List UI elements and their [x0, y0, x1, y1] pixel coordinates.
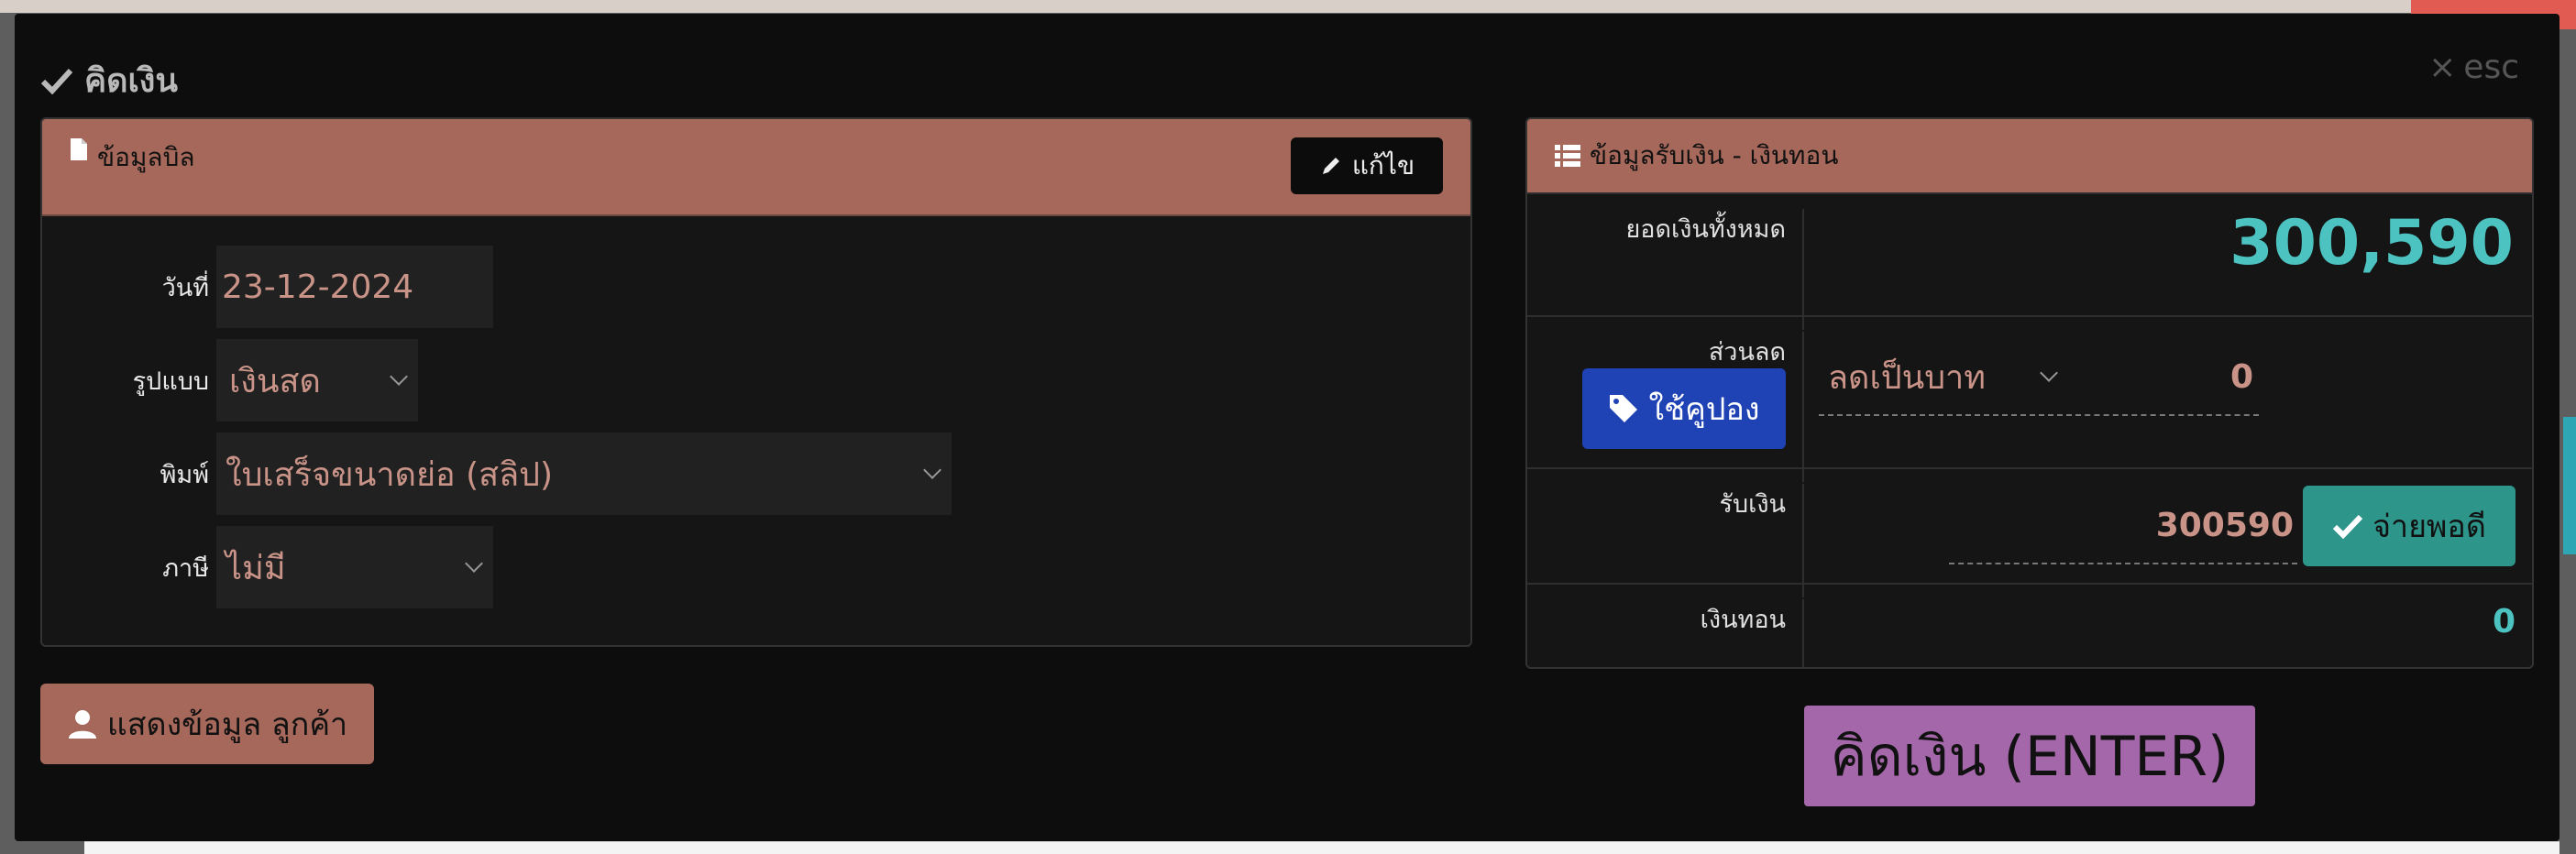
date-value: 23-12-2024 [222, 268, 414, 306]
chevron-down-icon [465, 554, 483, 573]
list-icon [1555, 145, 1580, 167]
format-label: รูปแบบ [132, 367, 209, 396]
received-amount-input[interactable]: 300590 [1949, 487, 2297, 564]
checkout-label: คิดเงิน (ENTER) [1830, 724, 2229, 789]
format-value: เงินสด [229, 362, 321, 400]
print-value: ใบเสร็จขนาดย่อ (สลิป) [226, 455, 554, 494]
print-label: พิมพ์ [160, 460, 209, 489]
format-select[interactable]: เงินสด [216, 339, 418, 422]
print-select[interactable]: ใบเสร็จขนาดย่อ (สลิป) [216, 432, 952, 515]
total-row: ยอดเงินทั้งหมด 300,590 [1527, 192, 2532, 330]
received-amount-value: 300590 [2155, 506, 2294, 544]
date-row: วันที่ 23-12-2024 [42, 246, 493, 328]
discount-type-value: ลดเป็นบาท [1828, 358, 1987, 397]
tax-label: ภาษี [162, 553, 209, 583]
discount-amount-value: 0 [2229, 357, 2253, 396]
discount-type-select[interactable]: ลดเป็นบาท [1819, 339, 2072, 416]
change-label: เงินทอน [1527, 599, 1804, 667]
format-row: รูปแบบ เงินสด [42, 339, 418, 422]
checkout-button[interactable]: คิดเงิน (ENTER) [1804, 706, 2255, 806]
bill-info-panel: ข้อมูลบิล แก้ไข วันที่ 23-12-2024 รูปแบบ… [40, 117, 1472, 647]
close-label: esc [2463, 49, 2519, 86]
close-icon: × [2428, 49, 2457, 86]
payment-panel-header: ข้อมูลรับเงิน - เงินทอน [1527, 119, 2532, 192]
received-label: รับเงิน [1527, 484, 1804, 597]
chevron-down-icon [923, 461, 941, 479]
payment-panel-title: ข้อมูลรับเงิน - เงินทอน [1590, 140, 1839, 170]
pencil-icon [1322, 158, 1339, 174]
total-label: ยอดเงินทั้งหมด [1527, 209, 1804, 330]
received-row: รับเงิน 300590 จ่ายพอดี [1527, 467, 2532, 597]
show-customer-label: แสดงข้อมูล ลูกค้า [106, 706, 348, 743]
close-button[interactable]: × esc [2428, 49, 2519, 86]
bill-panel-title: ข้อมูลบิล [97, 142, 195, 172]
modal-title-text: คิดเงิน [84, 62, 178, 100]
date-label: วันที่ [161, 273, 209, 302]
edit-button[interactable]: แก้ไข [1291, 137, 1443, 194]
user-icon [68, 710, 96, 739]
check-icon [2332, 514, 2363, 539]
tax-row: ภาษี ไม่มี [42, 526, 493, 608]
show-customer-button[interactable]: แสดงข้อมูล ลูกค้า [40, 684, 374, 764]
background-side-strip [2563, 417, 2576, 554]
change-value: 0 [2492, 603, 2515, 640]
check-icon [40, 68, 73, 94]
discount-amount-input[interactable]: 0 [2075, 339, 2259, 416]
print-row: พิมพ์ ใบเสร็จขนาดย่อ (สลิป) [42, 432, 952, 515]
use-coupon-label: ใช้คูปอง [1648, 391, 1760, 428]
document-icon [71, 138, 87, 160]
pay-exact-button[interactable]: จ่ายพอดี [2303, 486, 2515, 566]
payment-info-panel: ข้อมูลรับเงิน - เงินทอน ยอดเงินทั้งหมด 3… [1525, 117, 2534, 669]
background-topbar [0, 0, 2576, 29]
chevron-down-icon [390, 367, 408, 386]
discount-row: ส่วนลด ใช้คูปอง ลดเป็นบาท 0 [1527, 315, 2532, 482]
change-row: เงินทอน 0 [1527, 583, 2532, 667]
tax-select[interactable]: ไม่มี [216, 526, 493, 608]
chevron-down-icon [2040, 364, 2058, 382]
pay-exact-label: จ่ายพอดี [2372, 509, 2486, 545]
total-value: 300,590 [2229, 207, 2514, 279]
bill-panel-header: ข้อมูลบิล [42, 119, 1470, 216]
tax-value: ไม่มี [226, 549, 286, 587]
modal-title: คิดเงิน [40, 54, 178, 106]
date-input[interactable]: 23-12-2024 [216, 246, 493, 328]
background-table-strip [84, 841, 2559, 854]
use-coupon-button[interactable]: ใช้คูปอง [1582, 368, 1786, 449]
edit-label: แก้ไข [1351, 150, 1415, 181]
tag-icon [1610, 395, 1638, 422]
